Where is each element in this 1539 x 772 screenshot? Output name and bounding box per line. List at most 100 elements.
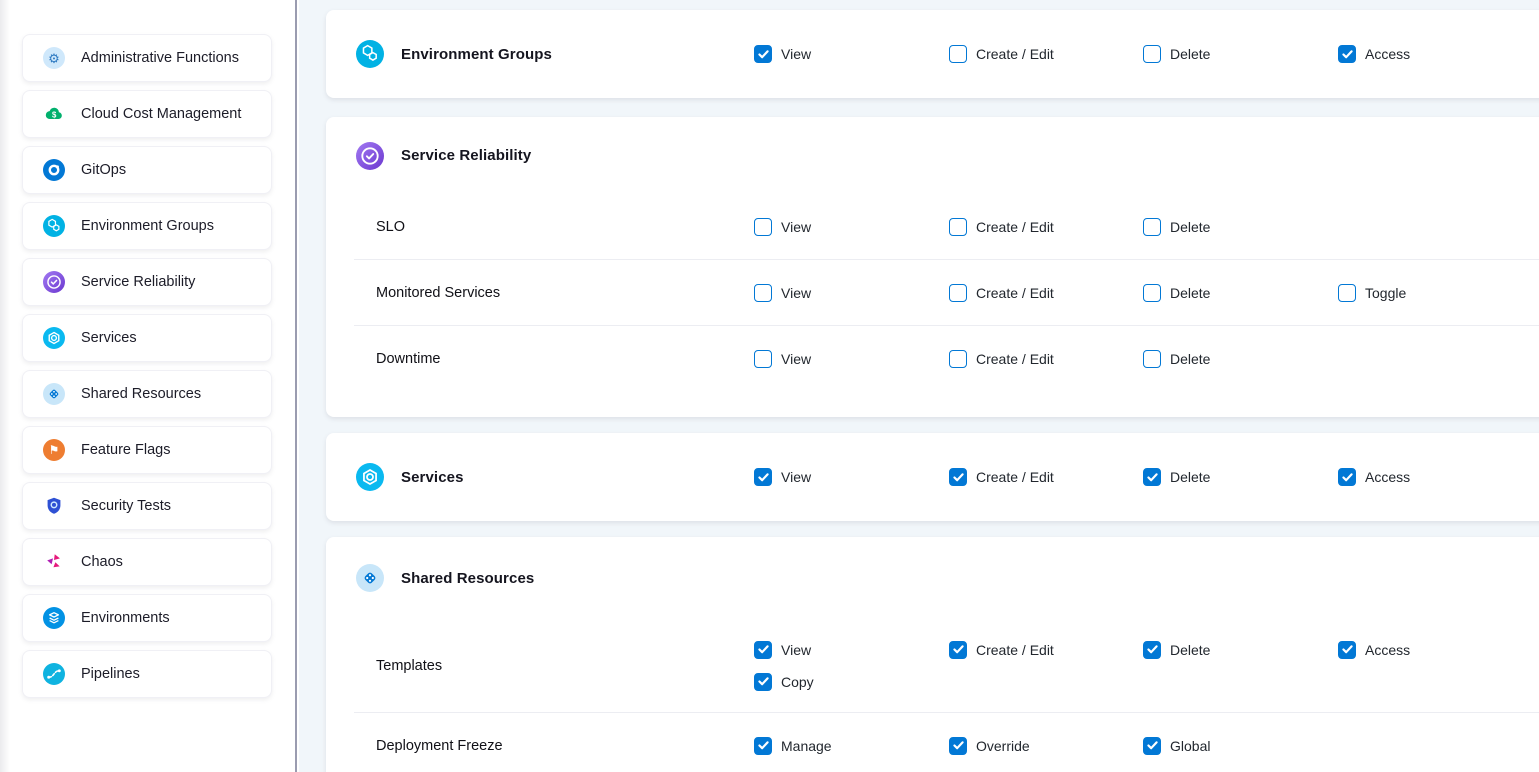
permissions-panel: Environment Groups View Create / Edit De…: [299, 0, 1539, 772]
create-edit-checkbox[interactable]: [949, 45, 967, 63]
sidebar-item-cloud-cost-management[interactable]: $ Cloud Cost Management: [22, 90, 272, 138]
card-header: Environment Groups: [326, 40, 754, 68]
sidebar-item-label: Environment Groups: [81, 218, 214, 234]
permission-view[interactable]: View: [754, 468, 949, 486]
permission-create-edit[interactable]: Create / Edit: [949, 284, 1143, 302]
permission-copy[interactable]: Copy: [754, 673, 949, 691]
resource-label: Downtime: [326, 351, 754, 367]
permission-label: Access: [1365, 642, 1410, 658]
sidebar-item-label: Shared Resources: [81, 386, 201, 402]
permission-delete[interactable]: Delete: [1143, 641, 1338, 659]
permission-delete[interactable]: Delete: [1143, 45, 1338, 63]
permission-create-edit[interactable]: Create / Edit: [949, 468, 1143, 486]
sidebar-item-label: Service Reliability: [81, 274, 195, 290]
permission-label: View: [781, 642, 811, 658]
permission-delete[interactable]: Delete: [1143, 468, 1338, 486]
permission-manage[interactable]: Manage: [754, 737, 949, 755]
resource-label: SLO: [326, 219, 754, 235]
sidebar-item-shared-resources[interactable]: Shared Resources: [22, 370, 272, 418]
gear-icon: ⚙: [43, 47, 65, 69]
view-checkbox[interactable]: [754, 45, 772, 63]
copy-checkbox[interactable]: [754, 673, 772, 691]
delete-checkbox[interactable]: [1143, 641, 1161, 659]
access-checkbox[interactable]: [1338, 641, 1356, 659]
permission-create-edit[interactable]: Create / Edit: [949, 218, 1143, 236]
permission-label: View: [781, 285, 811, 301]
resource-category-sidebar: ⚙ Administrative Functions $ Cloud Cost …: [0, 0, 297, 772]
view-checkbox[interactable]: [754, 350, 772, 368]
sidebar-item-environments[interactable]: Environments: [22, 594, 272, 642]
card-header: Services: [326, 463, 754, 491]
view-checkbox[interactable]: [754, 641, 772, 659]
sidebar-item-service-reliability[interactable]: Service Reliability: [22, 258, 272, 306]
permission-global[interactable]: Global: [1143, 737, 1338, 755]
access-checkbox[interactable]: [1338, 468, 1356, 486]
toggle-checkbox[interactable]: [1338, 284, 1356, 302]
permission-view[interactable]: View: [754, 641, 949, 659]
card-header-row: Shared Resources: [326, 537, 1539, 619]
permission-label: Copy: [781, 674, 814, 690]
permission-view[interactable]: View: [754, 350, 949, 368]
create-edit-checkbox[interactable]: [949, 218, 967, 236]
environment-groups-icon: [43, 215, 65, 237]
create-edit-checkbox[interactable]: [949, 350, 967, 368]
permission-label: Delete: [1170, 642, 1210, 658]
sidebar-item-security-tests[interactable]: Security Tests: [22, 482, 272, 530]
access-checkbox[interactable]: [1338, 45, 1356, 63]
permission-delete[interactable]: Delete: [1143, 350, 1338, 368]
permission-create-edit[interactable]: Create / Edit: [949, 45, 1143, 63]
view-checkbox[interactable]: [754, 218, 772, 236]
sidebar-item-pipelines[interactable]: Pipelines: [22, 650, 272, 698]
delete-checkbox[interactable]: [1143, 284, 1161, 302]
sidebar-item-feature-flags[interactable]: ⚑ Feature Flags: [22, 426, 272, 474]
services-icon: [356, 463, 384, 491]
permission-access[interactable]: Access: [1338, 468, 1539, 486]
permission-label: Delete: [1170, 219, 1210, 235]
delete-checkbox[interactable]: [1143, 218, 1161, 236]
delete-checkbox[interactable]: [1143, 350, 1161, 368]
global-checkbox[interactable]: [1143, 737, 1161, 755]
card-title: Shared Resources: [401, 570, 534, 587]
permission-row-slo: SLO View Create / Edit Delete: [326, 194, 1539, 259]
permission-access[interactable]: Access: [1338, 641, 1539, 659]
view-checkbox[interactable]: [754, 468, 772, 486]
permission-create-edit[interactable]: Create / Edit: [949, 350, 1143, 368]
sidebar-item-chaos[interactable]: Chaos: [22, 538, 272, 586]
sidebar-item-environment-groups[interactable]: Environment Groups: [22, 202, 272, 250]
permission-view[interactable]: View: [754, 45, 949, 63]
view-checkbox[interactable]: [754, 284, 772, 302]
override-checkbox[interactable]: [949, 737, 967, 755]
permission-view[interactable]: View: [754, 218, 949, 236]
permission-label: Override: [976, 738, 1030, 754]
permission-access[interactable]: Access: [1338, 45, 1539, 63]
permission-view[interactable]: View: [754, 284, 949, 302]
card-header: Service Reliability: [326, 142, 754, 170]
permission-toggle[interactable]: Toggle: [1338, 284, 1539, 302]
card-title: Environment Groups: [401, 46, 552, 63]
permission-label: Access: [1365, 469, 1410, 485]
sidebar-item-label: Administrative Functions: [81, 50, 239, 66]
permission-override[interactable]: Override: [949, 737, 1143, 755]
permission-create-edit[interactable]: Create / Edit: [949, 641, 1143, 659]
create-edit-checkbox[interactable]: [949, 468, 967, 486]
sidebar-item-gitops[interactable]: GitOps: [22, 146, 272, 194]
sidebar-item-services[interactable]: Services: [22, 314, 272, 362]
create-edit-checkbox[interactable]: [949, 641, 967, 659]
permission-card-service-reliability: Service Reliability SLO View Create / Ed…: [326, 117, 1539, 417]
delete-checkbox[interactable]: [1143, 468, 1161, 486]
cloud-cost-icon: $: [43, 103, 65, 125]
permission-card-environment-groups: Environment Groups View Create / Edit De…: [326, 10, 1539, 98]
permission-delete[interactable]: Delete: [1143, 218, 1338, 236]
create-edit-checkbox[interactable]: [949, 284, 967, 302]
service-reliability-icon: [356, 142, 384, 170]
permission-label: View: [781, 469, 811, 485]
manage-checkbox[interactable]: [754, 737, 772, 755]
environment-groups-icon: [356, 40, 384, 68]
permission-label: Access: [1365, 46, 1410, 62]
sidebar-item-label: GitOps: [81, 162, 126, 178]
delete-checkbox[interactable]: [1143, 45, 1161, 63]
permission-label: Delete: [1170, 46, 1210, 62]
permission-delete[interactable]: Delete: [1143, 284, 1338, 302]
sidebar-item-label: Services: [81, 330, 137, 346]
sidebar-item-administrative-functions[interactable]: ⚙ Administrative Functions: [22, 34, 272, 82]
